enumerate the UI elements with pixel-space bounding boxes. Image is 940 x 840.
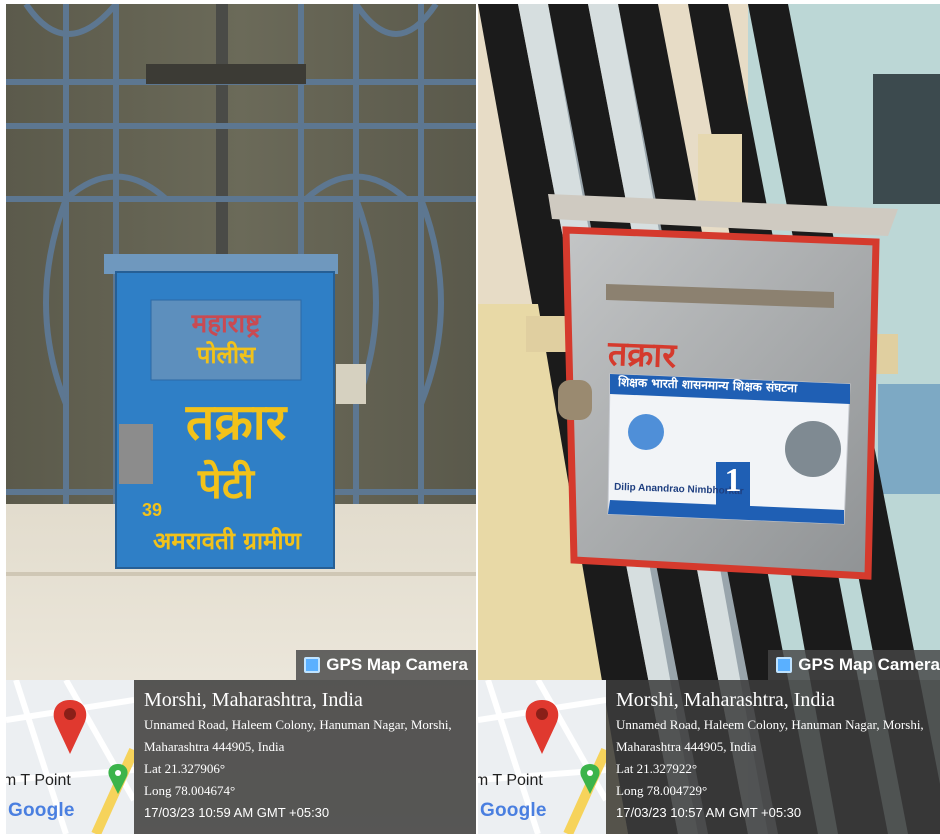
box-partial-label: तक्रार: [607, 333, 677, 377]
box-label-number: 39: [142, 500, 163, 520]
info-panel: Morshi, Maharashtra, India Unnamed Road,…: [134, 680, 476, 834]
camera-icon: [776, 657, 793, 673]
address-text: Unnamed Road, Haleem Colony, Hanuman Nag…: [616, 717, 924, 754]
box-label-box: पेटी: [198, 459, 254, 508]
google-logo-text: Google: [480, 800, 547, 821]
address-text: Unnamed Road, Haleem Colony, Hanuman Nag…: [144, 717, 452, 754]
map-place-label: am T Point: [478, 772, 543, 789]
box-label-complaint: तक्रार: [185, 393, 287, 451]
latitude-text: Lat 21.327922°: [616, 761, 698, 776]
location-info: am T Point Google Morshi, Maharashtra, I…: [6, 680, 476, 834]
gps-map-camera-tag: GPS Map Camera: [296, 650, 476, 680]
poster-ballot-number: 1: [724, 462, 742, 499]
google-logo: Google: [480, 800, 547, 822]
box-label-maharashtra: महाराष्ट्र: [191, 309, 261, 339]
latitude-text: Lat 21.327906°: [144, 761, 226, 776]
watermark-bar: GPS Map Camera: [478, 650, 940, 680]
datetime-text: 17/03/23 10:57 AM GMT +05:30: [616, 805, 802, 820]
screenshot-stage: महाराष्ट्र पोलीस तक्रार पेटी 39 अमरावती …: [0, 0, 940, 840]
google-logo: Google: [8, 800, 75, 822]
watermark-text: GPS Map Camera: [798, 655, 940, 674]
google-logo-text: Google: [8, 800, 75, 821]
longitude-text: Long 78.004674°: [144, 783, 236, 798]
watermark-bar: GPS Map Camera: [6, 650, 476, 680]
photo-left: महाराष्ट्र पोलीस तक्रार पेटी 39 अमरावती …: [6, 4, 476, 834]
datetime-text: 17/03/23 10:59 AM GMT +05:30: [144, 805, 330, 820]
longitude-text: Long 78.004729°: [616, 783, 708, 798]
location-info: am T Point Google Morshi, Maharashtra, I…: [478, 680, 940, 834]
location-title: Morshi, Maharashtra, India: [144, 689, 363, 711]
gps-map-camera-tag: GPS Map Camera: [768, 650, 940, 680]
mini-map: am T Point Google: [478, 680, 606, 834]
box-label-police: पोलीस: [196, 341, 256, 369]
photo-right: तक्रार शिक्षक भारती शासनमान्य शिक्षक संघ…: [478, 4, 940, 834]
mini-map: am T Point Google: [6, 680, 134, 834]
box-label-amravati: अमरावती ग्रामीण: [153, 527, 301, 555]
map-place-label: am T Point: [6, 772, 71, 789]
watermark-text: GPS Map Camera: [326, 655, 468, 674]
info-panel: Morshi, Maharashtra, India Unnamed Road,…: [606, 680, 940, 834]
camera-icon: [304, 657, 321, 673]
location-title: Morshi, Maharashtra, India: [616, 689, 835, 711]
